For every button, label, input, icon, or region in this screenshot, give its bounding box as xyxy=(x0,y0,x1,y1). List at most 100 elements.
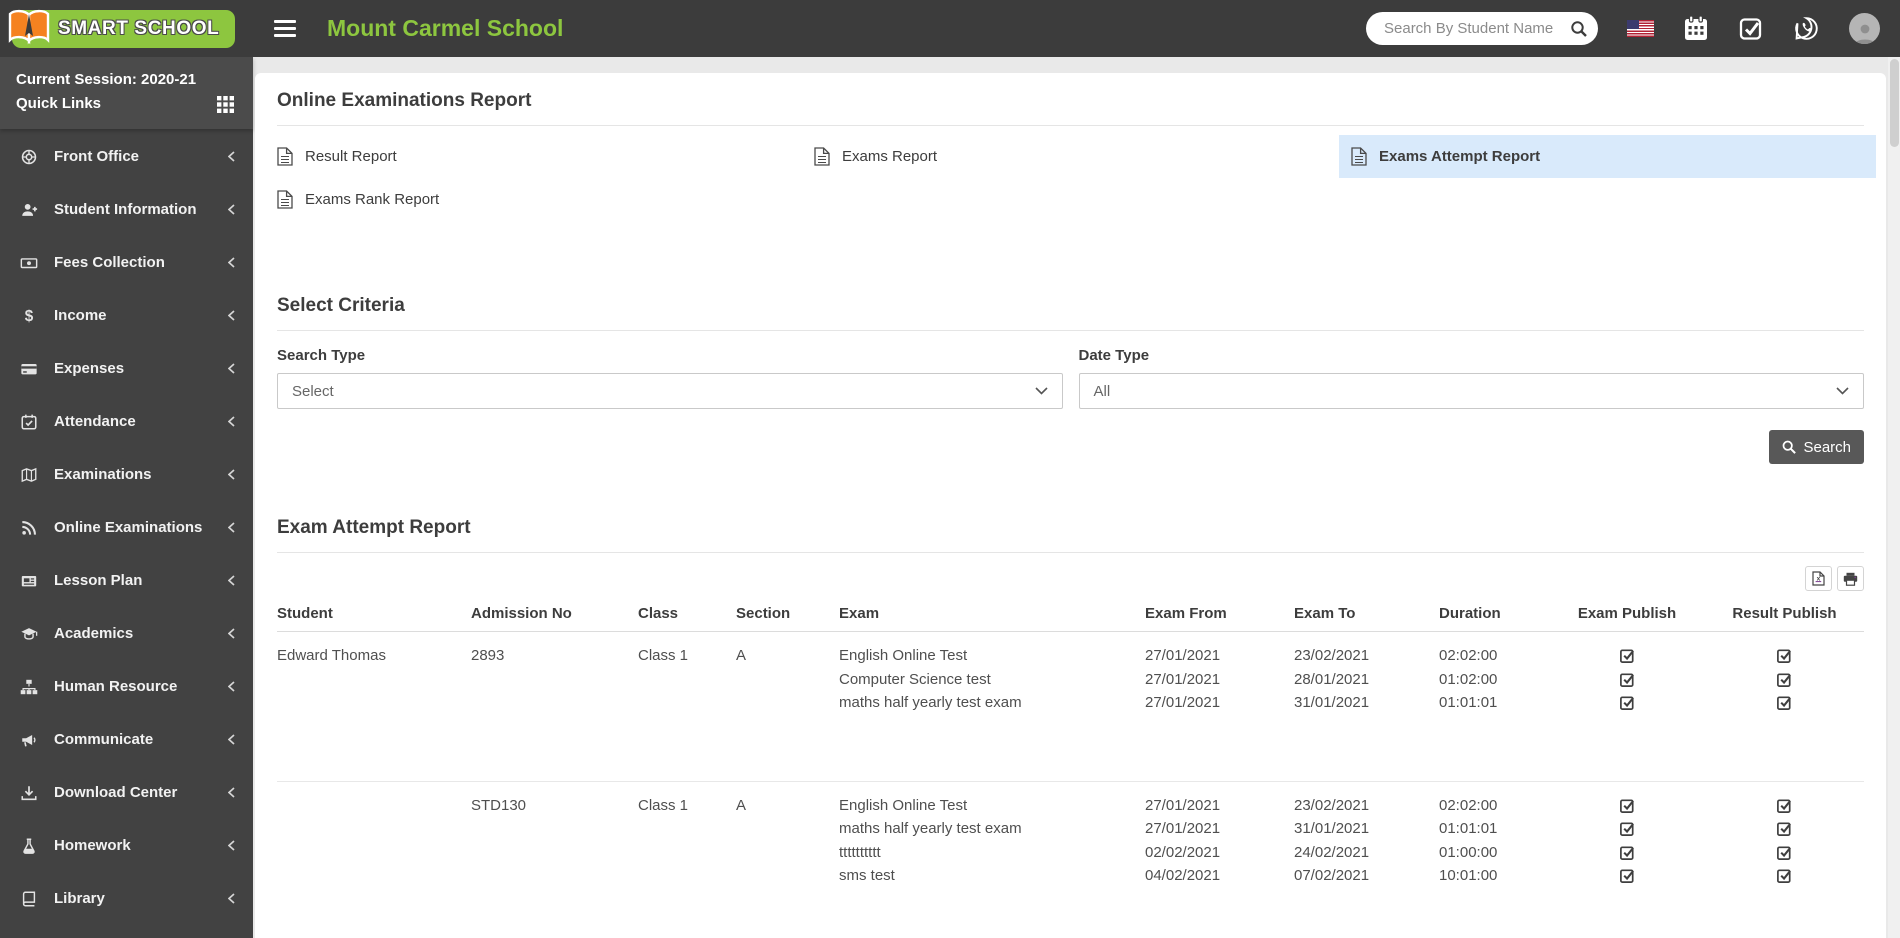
col-admission-no: Admission No xyxy=(471,595,638,632)
language-flag-icon[interactable] xyxy=(1627,20,1654,37)
checked-checkbox-icon xyxy=(1776,694,1793,711)
sidebar-header: Current Session: 2020-21 Quick Links xyxy=(0,57,253,129)
checked-checkbox-icon xyxy=(1776,671,1793,688)
checked-checkbox-icon xyxy=(1776,844,1793,861)
exam-from-dates: 27/01/2021 27/01/2021 02/02/2021 04/02/2… xyxy=(1145,796,1221,885)
sidebar-item-library[interactable]: Library xyxy=(0,872,253,925)
student-search-input[interactable] xyxy=(1382,19,1568,38)
page-title: Online Examinations Report xyxy=(277,73,1864,126)
checked-checkbox-icon xyxy=(1619,820,1636,837)
checked-checkbox-icon xyxy=(1619,647,1636,664)
section-value: A xyxy=(736,796,747,814)
print-button[interactable] xyxy=(1837,566,1864,591)
file-icon xyxy=(814,147,830,166)
report-link-exams-attempt-report[interactable]: Exams Attempt Report xyxy=(1339,135,1876,178)
col-exam-publish: Exam Publish xyxy=(1549,595,1705,632)
brand-area: SMART SCHOOL xyxy=(0,9,253,48)
search-icon[interactable] xyxy=(1568,18,1590,40)
svg-text:$: $ xyxy=(25,307,34,324)
table-row: Edward Thomas 2893 Class 1 A English Onl… xyxy=(277,631,1864,782)
exam-durations: 02:02:00 01:02:00 01:01:01 xyxy=(1439,631,1549,782)
exam-to-dates: 23/02/2021 28/01/2021 31/01/2021 xyxy=(1294,631,1439,782)
todo-check-icon[interactable] xyxy=(1738,16,1764,42)
checked-checkbox-icon xyxy=(1619,671,1636,688)
search-type-select[interactable]: Select xyxy=(277,373,1063,409)
exam-publish-flags xyxy=(1549,631,1705,782)
chevron-left-icon xyxy=(228,257,235,268)
quick-links-grid-icon[interactable] xyxy=(214,93,237,116)
student-search-box xyxy=(1366,12,1598,45)
life-ring-icon xyxy=(19,148,39,166)
chevron-left-icon xyxy=(228,363,235,374)
report-link-exams-rank-report[interactable]: Exams Rank Report xyxy=(265,178,802,221)
chevron-left-icon xyxy=(228,204,235,215)
sidebar-item-communicate[interactable]: Communicate xyxy=(0,713,253,766)
admission-no: STD130 xyxy=(471,796,527,814)
date-type-select[interactable]: All xyxy=(1078,373,1864,409)
col-student: Student xyxy=(277,595,471,632)
excel-file-icon: x xyxy=(1812,571,1825,586)
col-exam: Exam xyxy=(839,595,1145,632)
chevron-left-icon xyxy=(228,628,235,639)
table-export-toolbar: x xyxy=(277,566,1864,591)
table-row: STD130 Class 1 A English Online Test mat… xyxy=(277,781,1864,896)
chevron-left-icon xyxy=(228,522,235,533)
sidebar-item-lesson-plan[interactable]: Lesson Plan xyxy=(0,554,253,607)
rss-icon xyxy=(19,519,39,537)
file-icon xyxy=(277,190,293,209)
menu-toggle-button[interactable] xyxy=(270,16,300,41)
checked-checkbox-icon xyxy=(1619,694,1636,711)
whatsapp-icon[interactable] xyxy=(1793,15,1820,42)
result-publish-flags xyxy=(1705,631,1864,782)
export-excel-button[interactable]: x xyxy=(1805,566,1832,591)
sidebar-item-homework[interactable]: Homework xyxy=(0,819,253,872)
exam-attempt-report-title: Exam Attempt Report xyxy=(277,500,1864,553)
sidebar-item-download-center[interactable]: Download Center xyxy=(0,766,253,819)
exam-names: English Online Test Computer Science tes… xyxy=(839,631,1145,782)
class-value: Class 1 xyxy=(638,796,689,814)
report-link-exams-report[interactable]: Exams Report xyxy=(802,135,1339,178)
user-avatar-icon[interactable] xyxy=(1849,13,1880,44)
sidebar-item-student-information[interactable]: Student Information xyxy=(0,183,253,236)
search-button[interactable]: Search xyxy=(1769,430,1864,464)
checked-checkbox-icon xyxy=(1776,647,1793,664)
sidebar-item-front-office[interactable]: Front Office xyxy=(0,130,253,183)
report-link-result-report[interactable]: Result Report xyxy=(265,135,802,178)
chevron-left-icon xyxy=(228,151,235,162)
bullhorn-icon xyxy=(19,731,39,749)
sidebar-item-human-resource[interactable]: Human Resource xyxy=(0,660,253,713)
select-criteria-title: Select Criteria xyxy=(277,278,1864,331)
calendar-icon[interactable] xyxy=(1683,15,1709,42)
sidebar-item-examinations[interactable]: Examinations xyxy=(0,448,253,501)
sidebar-item-income[interactable]: $ Income xyxy=(0,289,253,342)
scrollbar-thumb[interactable] xyxy=(1889,59,1899,147)
date-type-label: Date Type xyxy=(1078,347,1150,364)
chevron-left-icon xyxy=(228,893,235,904)
search-icon xyxy=(1783,440,1797,454)
flask-icon xyxy=(19,837,39,855)
dollar-icon: $ xyxy=(19,307,39,325)
col-duration: Duration xyxy=(1439,595,1549,632)
vertical-scrollbar xyxy=(1888,57,1900,938)
checked-checkbox-icon xyxy=(1619,867,1636,884)
sidebar-item-fees-collection[interactable]: Fees Collection xyxy=(0,236,253,289)
chevron-left-icon xyxy=(228,734,235,745)
quick-links-label: Quick Links xyxy=(16,95,102,112)
report-links: Result Report Exams Report Exams Attempt… xyxy=(265,135,1876,221)
result-publish-flags xyxy=(1705,781,1864,896)
checked-checkbox-icon xyxy=(1619,844,1636,861)
content-card: Online Examinations Report Result Report… xyxy=(255,73,1886,938)
student-name: Edward Thomas xyxy=(277,647,386,664)
sidebar-item-attendance[interactable]: Attendance xyxy=(0,395,253,448)
money-bill-icon xyxy=(19,254,39,272)
credit-card-icon xyxy=(19,360,39,378)
top-navbar: SMART SCHOOL Mount Carmel School xyxy=(0,0,1900,57)
current-session-label: Current Session: 2020-21 xyxy=(16,71,197,88)
chevron-left-icon xyxy=(228,681,235,692)
sidebar-item-expenses[interactable]: Expenses xyxy=(0,342,253,395)
sidebar-item-online-examinations[interactable]: Online Examinations xyxy=(0,501,253,554)
app-logo[interactable]: SMART SCHOOL xyxy=(8,9,236,48)
exam-durations: 02:02:00 01:01:01 01:00:00 10:01:00 xyxy=(1439,796,1498,885)
col-exam-from: Exam From xyxy=(1145,595,1294,632)
sidebar-item-academics[interactable]: Academics xyxy=(0,607,253,660)
